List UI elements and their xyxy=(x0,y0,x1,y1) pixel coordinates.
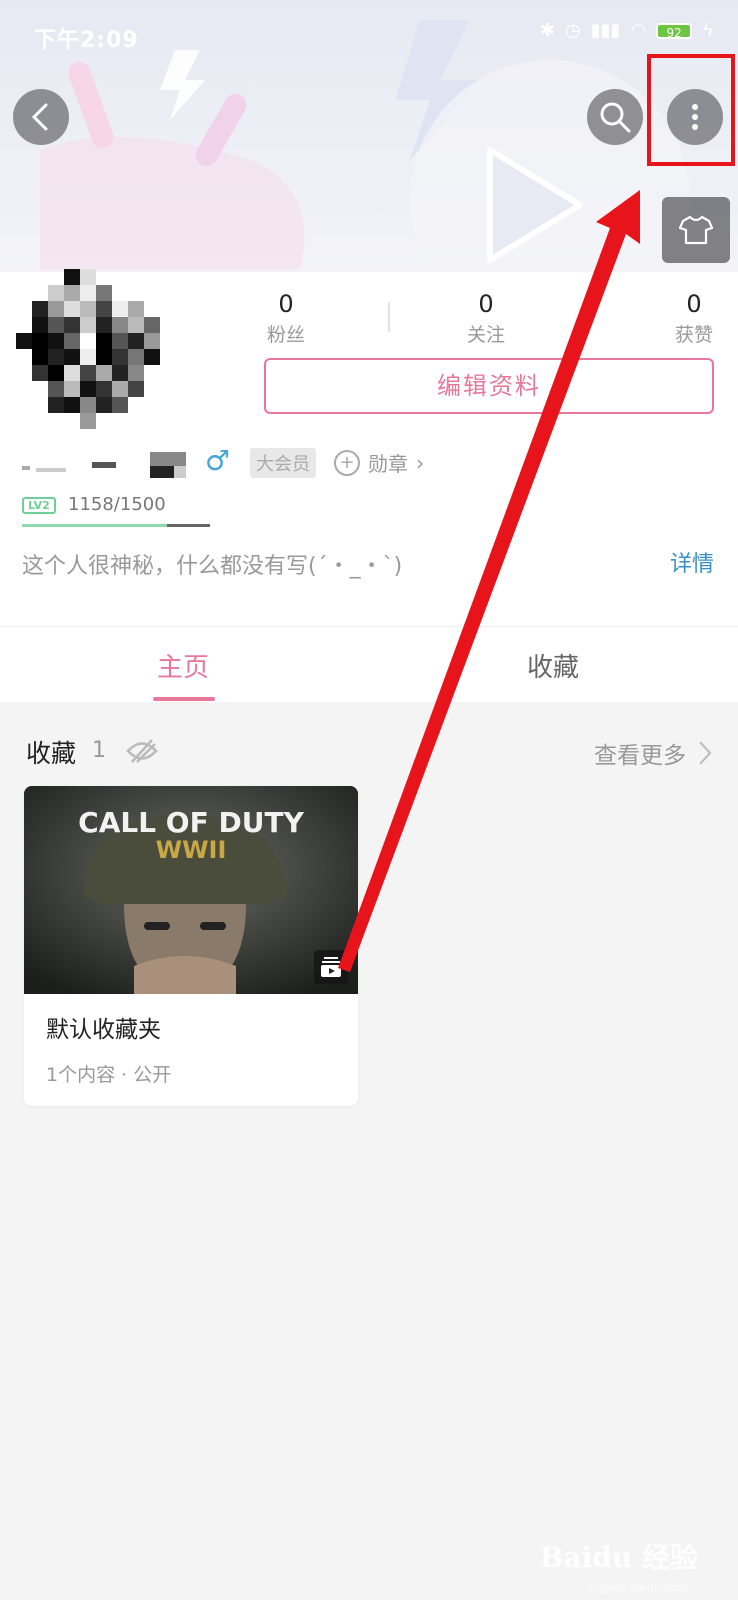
folder-thumbnail: CALL OF DUTY WWII xyxy=(24,786,358,994)
cover-title-line1: CALL OF DUTY xyxy=(78,806,304,839)
eye-off-icon[interactable] xyxy=(126,738,158,764)
search-button[interactable] xyxy=(587,89,643,145)
experience-bar xyxy=(22,524,210,527)
edit-profile-button[interactable]: 编辑资料 xyxy=(264,358,714,414)
avatar[interactable] xyxy=(16,268,192,446)
wifi-icon: ◠ xyxy=(630,20,647,41)
signal-icon: ▮▮▮ xyxy=(590,20,621,41)
tshirt-icon xyxy=(679,215,713,245)
stat-following-value: 0 xyxy=(478,290,494,318)
medal-label: 勋章 xyxy=(368,452,408,476)
username-row: ♂ 大会员 + 勋章 › xyxy=(22,442,722,482)
detail-link[interactable]: 详情 xyxy=(670,546,714,578)
view-more-label: 查看更多 xyxy=(594,743,686,769)
charging-icon: ϟ xyxy=(702,20,714,41)
search-icon xyxy=(600,102,631,133)
experience-text: 1158/1500 xyxy=(68,494,166,515)
stat-following-label: 关注 xyxy=(466,324,505,346)
status-time: 下午2:09 xyxy=(34,28,139,53)
dress-up-button[interactable] xyxy=(662,197,730,263)
profile-card: 0 粉丝 0 关注 0 获赞 编辑资料 ♂ 大会员 + 勋章 › LV2 115… xyxy=(0,269,738,626)
chevron-right-icon xyxy=(699,741,712,765)
tab-home[interactable]: 主页 xyxy=(157,647,209,684)
video-badge xyxy=(314,950,348,984)
favorites-header: 收藏 1 查看更多 xyxy=(0,730,738,778)
view-more-link[interactable]: 查看更多 xyxy=(594,736,712,770)
stat-likes-value: 0 xyxy=(686,290,702,318)
chevron-left-icon xyxy=(31,103,48,131)
stat-following[interactable]: 0 关注 xyxy=(456,290,516,347)
profile-banner: 下午2:09 ✱ ◷ ▮▮▮ ◠ 92 ϟ xyxy=(0,0,738,272)
status-icons: ✱ ◷ ▮▮▮ ◠ 92 ϟ xyxy=(540,20,714,41)
active-tab-indicator xyxy=(153,697,215,701)
stats-row: 0 粉丝 0 关注 0 获赞 xyxy=(256,290,726,350)
stat-fans[interactable]: 0 粉丝 xyxy=(256,290,316,347)
username-blurred xyxy=(22,452,186,478)
profile-tabs: 主页 收藏 xyxy=(0,626,738,702)
favorites-title: 收藏 xyxy=(26,739,77,768)
stat-likes[interactable]: 0 获赞 xyxy=(664,290,724,347)
folder-meta: 1个内容 · 公开 xyxy=(46,1064,172,1086)
medal-add-icon: + xyxy=(334,449,360,476)
medal-link[interactable]: + 勋章 › xyxy=(334,448,424,477)
alarm-icon: ◷ xyxy=(564,20,581,41)
bluetooth-icon: ✱ xyxy=(539,20,555,41)
chevron-right-icon: › xyxy=(416,450,424,475)
stat-fans-value: 0 xyxy=(278,290,294,318)
experience-bar-fill xyxy=(22,524,168,527)
baidu-watermark-url: jingyan.baidu.com xyxy=(586,1581,688,1594)
back-button[interactable] xyxy=(13,89,69,145)
favorites-count: 1 xyxy=(92,738,106,763)
cover-title-line2: WWII xyxy=(156,836,227,864)
level-badge: LV2 xyxy=(22,497,56,514)
stat-divider xyxy=(388,302,390,332)
stat-likes-label: 获赞 xyxy=(674,324,713,346)
game-cover-image: CALL OF DUTY WWII xyxy=(24,786,358,994)
favorite-folder-card[interactable]: CALL OF DUTY WWII 默认收藏夹 1个内容 · 公开 xyxy=(24,786,358,1106)
vip-badge[interactable]: 大会员 xyxy=(250,448,316,478)
battery-icon: 92 xyxy=(656,22,693,40)
annotation-highlight-box xyxy=(647,54,735,166)
stat-fans-label: 粉丝 xyxy=(266,324,305,346)
signature-text: 这个人很神秘，什么都没有写(´・_・`) xyxy=(22,554,403,579)
status-bar: 下午2:09 ✱ ◷ ▮▮▮ ◠ 92 ϟ xyxy=(0,0,738,64)
baidu-watermark: Baidu 经验 xyxy=(539,1541,698,1574)
tab-favorites[interactable]: 收藏 xyxy=(527,647,579,684)
video-playlist-icon xyxy=(321,957,341,977)
male-gender-icon: ♂ xyxy=(205,444,231,477)
folder-title: 默认收藏夹 xyxy=(46,1017,161,1043)
